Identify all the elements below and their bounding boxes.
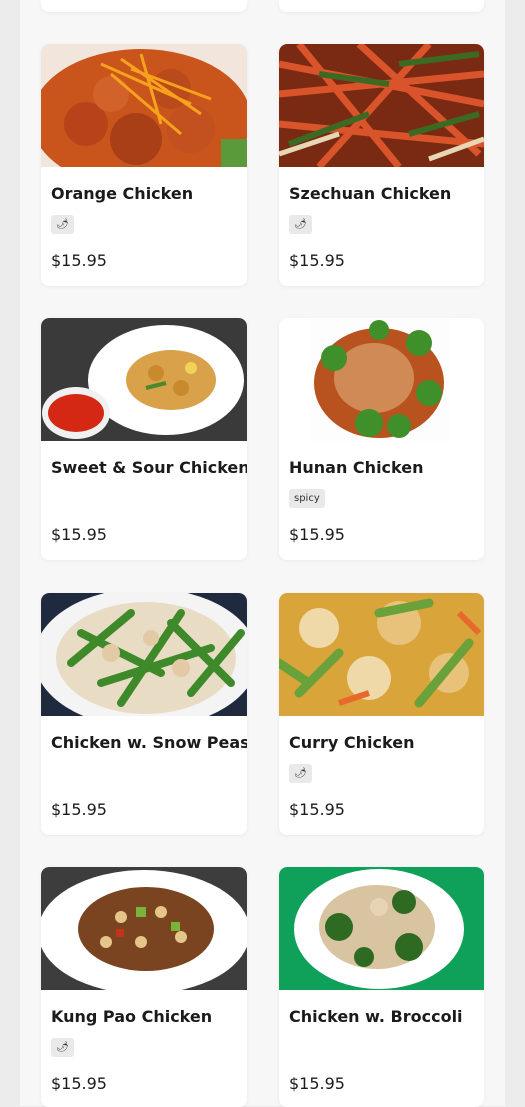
pepper-icon: 🌶 [289,215,312,234]
hunan-chicken-photo [279,318,484,441]
spicy-badge: spicy [289,489,325,508]
pepper-icon: 🌶 [51,1038,74,1057]
menu-item-price: $15.95 [289,251,345,270]
menu-item-card[interactable]: Chicken w. Broccoli $15.95 [279,867,484,1107]
pepper-icon: 🌶 [51,215,74,234]
menu-item-name: Sweet & Sour Chicken [51,458,247,477]
menu-panel: Orange Chicken 🌶 $15.95 Szechuan Chicken… [20,0,505,1107]
kung-pao-chicken-photo [41,867,247,990]
menu-item-name: Chicken w. Broccoli [289,1007,463,1026]
menu-item-card[interactable]: Sweet & Sour Chicken $15.95 [41,318,247,560]
menu-item-card[interactable]: Orange Chicken 🌶 $15.95 [41,44,247,286]
menu-item-card[interactable]: Curry Chicken 🌶 $15.95 [279,593,484,835]
menu-item-name: Szechuan Chicken [289,184,452,203]
pepper-icon: 🌶 [289,764,312,783]
menu-item-name: Chicken w. Snow Peas [51,733,247,752]
menu-item-card[interactable]: Chicken w. Snow Peas $15.95 [41,593,247,835]
menu-item-price: $15.95 [51,525,107,544]
chicken-snow-peas-photo [41,593,247,716]
menu-item-price: $15.95 [51,800,107,819]
menu-item-price: $15.95 [51,251,107,270]
menu-item-price: $15.95 [289,1074,345,1093]
menu-item-card-partial[interactable] [41,0,247,12]
sweet-sour-chicken-photo [41,318,247,441]
menu-item-name: Curry Chicken [289,733,415,752]
orange-chicken-photo [41,44,247,167]
chicken-broccoli-photo [279,867,484,990]
curry-chicken-photo [279,593,484,716]
menu-item-name: Kung Pao Chicken [51,1007,213,1026]
menu-item-price: $15.95 [51,1074,107,1093]
menu-item-name: Hunan Chicken [289,458,424,477]
menu-item-card[interactable]: Szechuan Chicken 🌶 $15.95 [279,44,484,286]
menu-item-price: $15.95 [289,800,345,819]
menu-item-name: Orange Chicken [51,184,194,203]
menu-item-card-partial[interactable] [279,0,484,12]
menu-item-price: $15.95 [289,525,345,544]
menu-item-card[interactable]: Hunan Chicken spicy $15.95 [279,318,484,560]
szechuan-chicken-photo [279,44,484,167]
menu-item-card[interactable]: Kung Pao Chicken 🌶 $15.95 [41,867,247,1107]
